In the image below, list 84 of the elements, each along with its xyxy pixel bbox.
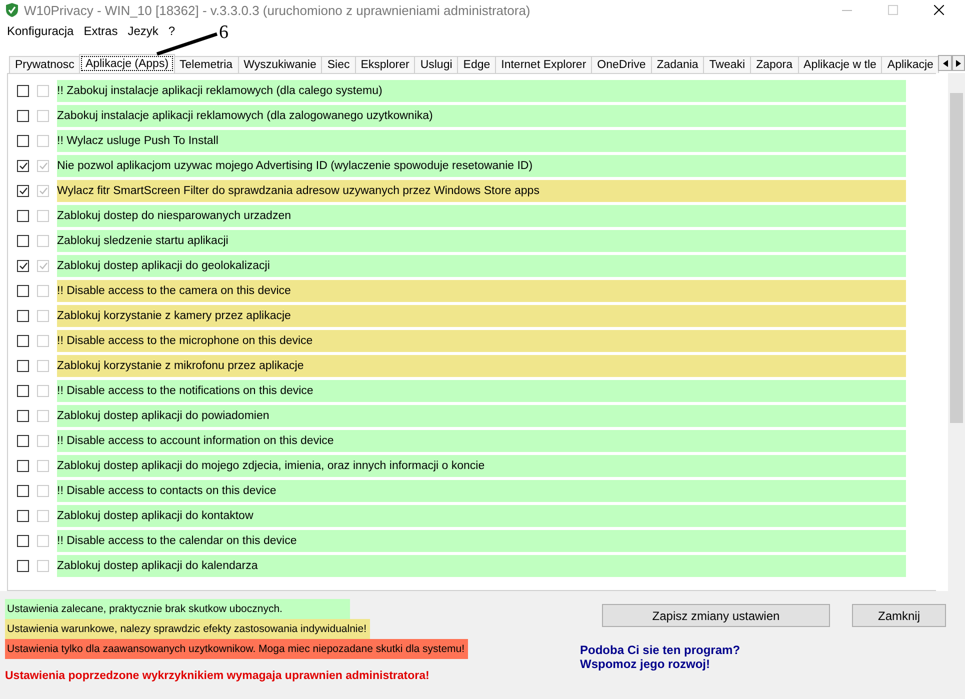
checkbox[interactable] bbox=[17, 360, 29, 372]
legend-entry: Ustawienia warunkowe, nalezy sprawdzic efekty zastosowania indywidualnie! bbox=[5, 619, 370, 639]
tab[interactable]: Eksplorer bbox=[354, 56, 416, 73]
checkbox[interactable] bbox=[17, 134, 29, 146]
scroll-right-button[interactable] bbox=[952, 55, 965, 71]
checkbox[interactable] bbox=[17, 410, 29, 422]
checkbox[interactable] bbox=[17, 534, 29, 546]
setting-label: Zablokuj sledzenie startu aplikacji bbox=[57, 230, 906, 252]
tab[interactable]: OneDrive bbox=[591, 56, 652, 73]
setting-label: Zablokuj dostep aplikacji do kontaktow bbox=[57, 504, 906, 526]
setting-label: !! Disable access to contacts on this device bbox=[57, 480, 906, 502]
tab[interactable]: Tweaki bbox=[703, 56, 752, 73]
checkbox[interactable] bbox=[17, 234, 29, 246]
legend-entry: Ustawienia zalecane, praktycznie brak skutkow ubocznych. bbox=[5, 599, 350, 619]
window-title: W10Privacy - WIN_10 [18362] - v.3.3.0.3 (uruchomiono z uprawnieniami administratora) bbox=[24, 2, 532, 18]
menu-item[interactable]: Extras bbox=[78, 24, 123, 38]
checkbox[interactable] bbox=[17, 510, 29, 522]
checkbox[interactable] bbox=[17, 384, 29, 396]
checkbox[interactable] bbox=[17, 484, 29, 496]
check-icon bbox=[38, 162, 48, 170]
setting-label: !! Wylacz usluge Push To Install bbox=[57, 130, 906, 152]
setting-label: Nie pozwol aplikacjom uzywac mojego Advertising ID (wylaczenie spowoduje resetowanie ID) bbox=[57, 154, 906, 176]
legend-entry: Ustawienia tylko dla zaawansowanych uzytkownikow. Moga miec niepozadane skutki dla systemu! bbox=[5, 639, 468, 659]
tab[interactable]: Internet Explorer bbox=[495, 56, 592, 73]
menu-item[interactable]: ? bbox=[163, 24, 180, 38]
tab[interactable]: Zapora bbox=[750, 56, 799, 73]
admin-note: Ustawienia poprzedzone wykrzyknikiem wymagaja uprawnien administratora! bbox=[5, 669, 430, 684]
tab[interactable]: Aplikacje bbox=[881, 56, 940, 73]
setting-label: Wylacz fitr SmartScreen Filter do sprawdzania adresow uzywanych przez Windows Store apps bbox=[57, 180, 906, 202]
tab[interactable]: Aplikacje w tle bbox=[798, 56, 882, 73]
menu-item[interactable]: Jezyk bbox=[122, 24, 164, 38]
checkbox[interactable] bbox=[17, 434, 29, 446]
setting-label: !! Zabokuj instalacje aplikacji reklamowych (dla calego systemu) bbox=[57, 80, 906, 102]
save-button[interactable]: Zapisz zmiany ustawien bbox=[602, 604, 830, 627]
checkbox[interactable] bbox=[17, 84, 29, 96]
right-arrow-icon bbox=[956, 60, 961, 66]
tab[interactable]: Prywatnosc bbox=[9, 56, 80, 73]
close-icon[interactable] bbox=[934, 5, 944, 15]
tab[interactable]: Uslugi bbox=[414, 56, 458, 73]
checkbox[interactable] bbox=[17, 284, 29, 296]
setting-label: !! Disable access to account information on this device bbox=[57, 430, 906, 452]
setting-label: !! Disable access to the microphone on this device bbox=[57, 330, 906, 352]
checkbox[interactable] bbox=[17, 560, 29, 572]
setting-label: !! Disable access to the notifications on this device bbox=[57, 380, 906, 402]
check-icon bbox=[38, 186, 48, 194]
tab[interactable]: Aplikacje (Apps) bbox=[79, 54, 175, 73]
annotation-label: 6 bbox=[219, 22, 228, 44]
scrollbar[interactable] bbox=[948, 73, 965, 591]
check-icon bbox=[18, 186, 28, 194]
close-app-button[interactable]: Zamknij bbox=[852, 604, 946, 627]
checkbox[interactable] bbox=[17, 334, 29, 346]
check-icon bbox=[18, 262, 28, 270]
menu-item[interactable]: Konfiguracja bbox=[2, 24, 79, 38]
left-arrow-icon bbox=[942, 60, 948, 66]
support-link[interactable]: Podoba Ci sie ten program? bbox=[580, 643, 946, 657]
setting-label: Zablokuj dostep aplikacji do mojego zdjecia, imienia, oraz innych informacji o koncie bbox=[57, 454, 906, 476]
tab[interactable]: Wyszukiwanie bbox=[238, 56, 322, 73]
tab[interactable]: Edge bbox=[457, 56, 496, 73]
setting-label: Zabokuj instalacje aplikacji reklamowych (dla zalogowanego uzytkownika) bbox=[57, 104, 906, 126]
setting-label: Zablokuj dostep aplikacji do geolokalizacji bbox=[57, 254, 906, 276]
scrollbar-thumb[interactable] bbox=[950, 93, 963, 423]
checkbox[interactable] bbox=[17, 310, 29, 322]
tab[interactable]: Zadania bbox=[650, 56, 704, 73]
check-icon bbox=[38, 262, 48, 270]
tab[interactable]: Siec bbox=[321, 56, 356, 73]
setting-label: Zablokuj korzystanie z kamery przez aplikacje bbox=[57, 304, 906, 326]
tab[interactable]: Telemetria bbox=[174, 56, 239, 73]
checkbox[interactable] bbox=[17, 110, 29, 122]
checkbox[interactable] bbox=[17, 184, 29, 196]
scroll-left-button[interactable] bbox=[938, 55, 952, 71]
setting-label: Zablokuj korzystanie z mikrofonu przez aplikacje bbox=[57, 354, 906, 376]
setting-label: Zablokuj dostep aplikacji do powiadomien bbox=[57, 404, 906, 426]
setting-label: !! Disable access to the calendar on this device bbox=[57, 530, 906, 552]
setting-label: !! Disable access to the camera on this device bbox=[57, 280, 906, 302]
checkbox[interactable] bbox=[17, 460, 29, 472]
checkbox[interactable] bbox=[17, 210, 29, 222]
check-icon bbox=[18, 162, 28, 170]
checkbox[interactable] bbox=[17, 260, 29, 272]
maximize-icon[interactable] bbox=[888, 5, 898, 15]
setting-label: Zablokuj dostep do niesparowanych urzadzen bbox=[57, 204, 906, 226]
setting-label: Zablokuj dostep aplikacji do kalendarza bbox=[57, 554, 906, 576]
support-link[interactable]: Wspomoz jego rozwoj! bbox=[580, 657, 946, 671]
checkbox[interactable] bbox=[17, 160, 29, 172]
shield-icon bbox=[6, 3, 18, 17]
